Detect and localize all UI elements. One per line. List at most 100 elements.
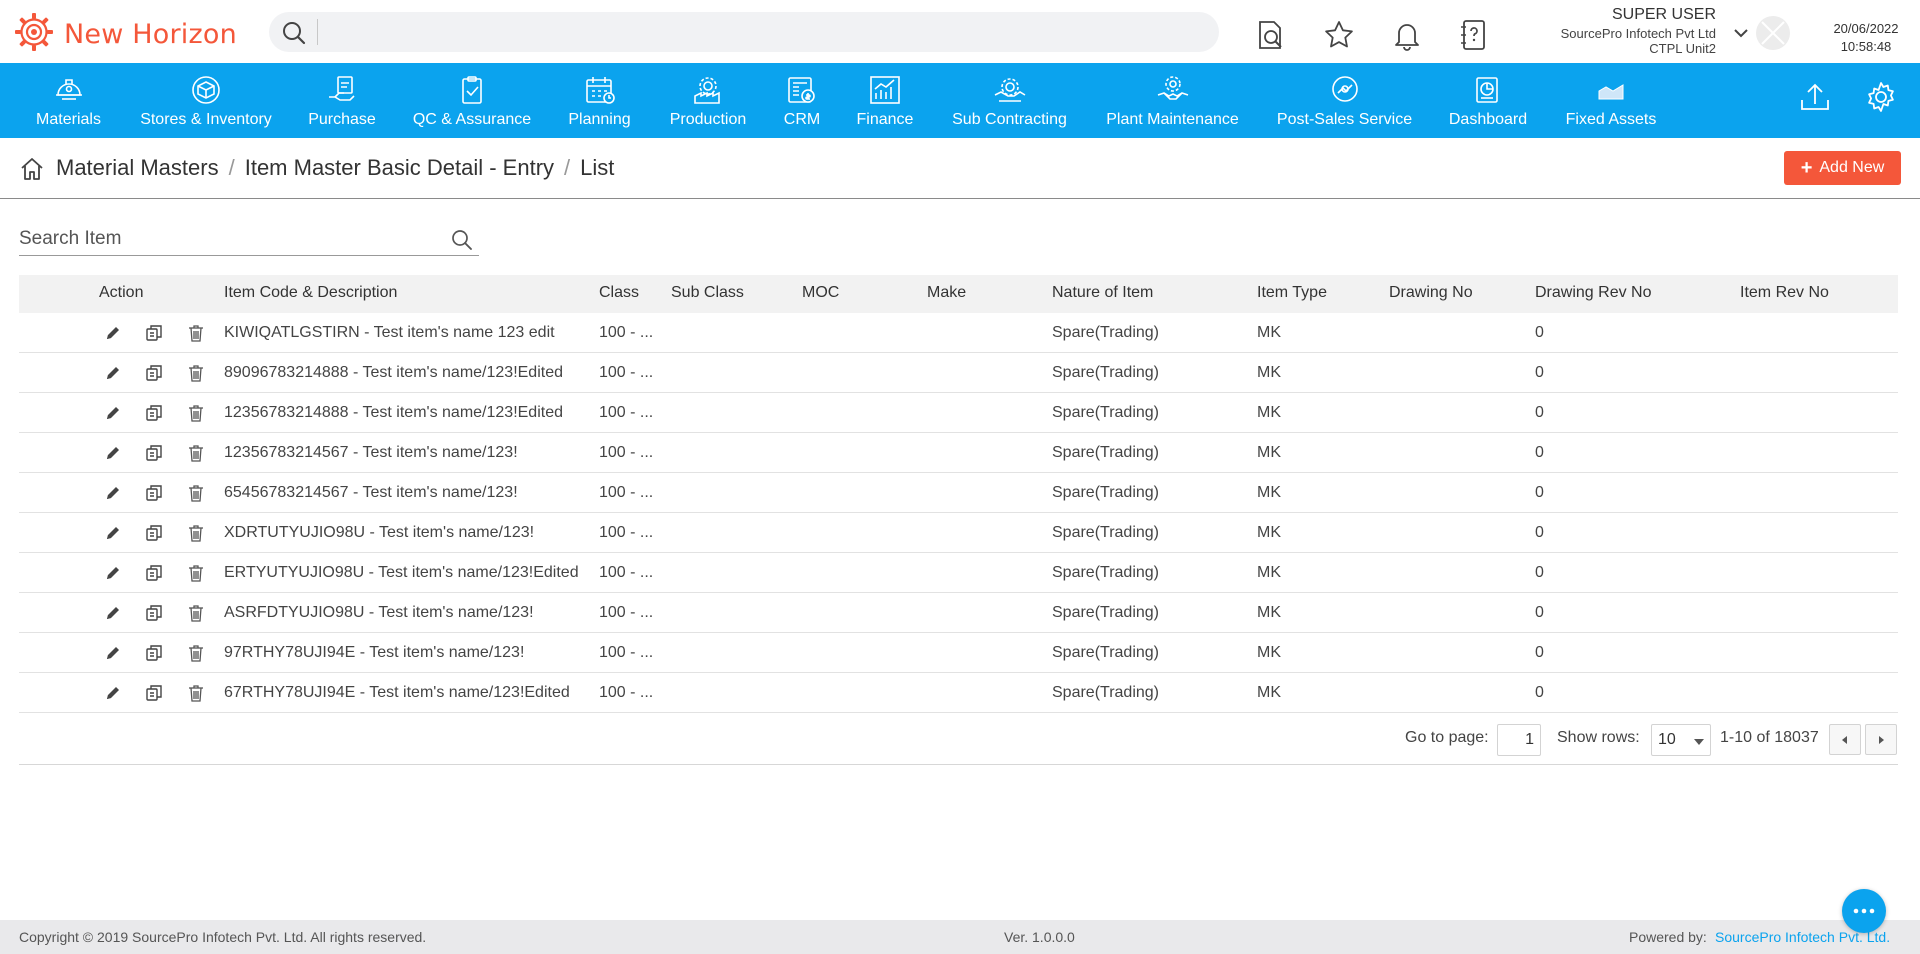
- delete-button[interactable]: [186, 643, 206, 663]
- module-dashboard[interactable]: Dashboard: [1449, 63, 1527, 138]
- edit-button[interactable]: [103, 323, 123, 343]
- copy-button[interactable]: [144, 603, 164, 623]
- module-post-sales-service[interactable]: Post-Sales Service: [1276, 63, 1413, 138]
- search-icon[interactable]: [451, 229, 473, 256]
- copy-button[interactable]: [144, 643, 164, 663]
- module-label: Post-Sales Service: [1276, 111, 1413, 128]
- search-item-field: [19, 224, 479, 256]
- cell-class: 100 - ...: [599, 604, 654, 621]
- cell-nature: Spare(Trading): [1052, 444, 1160, 461]
- delete-button[interactable]: [186, 363, 206, 383]
- module-production[interactable]: Production: [668, 63, 748, 138]
- edit-button[interactable]: [103, 643, 123, 663]
- table-row[interactable]: 65456783214567 - Test item's name/123! 10…: [19, 473, 1898, 513]
- col-header-item-code[interactable]: Item Code & Description: [224, 284, 397, 302]
- next-page-button[interactable]: [1865, 724, 1897, 755]
- avatar[interactable]: [1756, 16, 1790, 50]
- delete-button[interactable]: [186, 443, 206, 463]
- handshake-icon: [1156, 75, 1190, 105]
- copy-button[interactable]: [144, 563, 164, 583]
- edit-button[interactable]: [103, 483, 123, 503]
- upload-icon[interactable]: [1797, 79, 1833, 115]
- chevron-down-icon[interactable]: [1733, 26, 1749, 44]
- search-icon[interactable]: [281, 20, 307, 51]
- module-purchase[interactable]: Purchase: [307, 63, 377, 138]
- table-row[interactable]: ASRFDTYUJIO98U - Test item's name/123! 10…: [19, 593, 1898, 633]
- col-header-drawing-no[interactable]: Drawing No: [1389, 284, 1473, 302]
- breadcrumb-item-item-master-entry[interactable]: Item Master Basic Detail - Entry: [245, 155, 554, 181]
- module-qc-assurance[interactable]: QC & Assurance: [412, 63, 532, 138]
- add-new-button[interactable]: + Add New: [1784, 151, 1901, 185]
- user-info[interactable]: SUPER USER SourcePro Infotech Pvt Ltd CT…: [1520, 6, 1716, 56]
- star-icon[interactable]: [1322, 18, 1356, 52]
- module-fixed-assets[interactable]: Fixed Assets: [1565, 63, 1657, 138]
- prev-page-button[interactable]: [1829, 724, 1861, 755]
- module-plant-maintenance[interactable]: Plant Maintenance: [1104, 63, 1241, 138]
- module-planning[interactable]: Planning: [567, 63, 632, 138]
- trash-icon: [189, 325, 203, 342]
- gear-icon[interactable]: [1863, 79, 1899, 115]
- module-stores-inventory[interactable]: Stores & Inventory: [138, 63, 274, 138]
- delete-button[interactable]: [186, 683, 206, 703]
- table-row[interactable]: KIWIQATLGSTIRN - Test item's name 123 ed…: [19, 313, 1898, 353]
- table-row[interactable]: 12356783214888 - Test item's name/123!Ed…: [19, 393, 1898, 433]
- cell-drawing-rev: 0: [1535, 684, 1544, 701]
- home-icon[interactable]: [19, 156, 45, 187]
- col-header-drawing-rev[interactable]: Drawing Rev No: [1535, 284, 1651, 302]
- search-item-input[interactable]: [19, 224, 439, 254]
- table-row[interactable]: ERTYUTYUJIO98U - Test item's name/123!Ed…: [19, 553, 1898, 593]
- copy-button[interactable]: [144, 483, 164, 503]
- edit-button[interactable]: [103, 563, 123, 583]
- module-sub-contracting[interactable]: Sub Contracting: [951, 63, 1068, 138]
- delete-button[interactable]: [186, 563, 206, 583]
- col-header-nature[interactable]: Nature of Item: [1052, 284, 1153, 302]
- module-crm[interactable]: CRM: [783, 63, 821, 138]
- col-header-item-rev[interactable]: Item Rev No: [1740, 284, 1829, 302]
- col-header-sub-class[interactable]: Sub Class: [671, 284, 744, 302]
- delete-button[interactable]: [186, 523, 206, 543]
- copy-button[interactable]: [144, 683, 164, 703]
- document-search-icon[interactable]: [1253, 18, 1287, 52]
- breadcrumb-item-material-masters[interactable]: Material Masters: [56, 155, 219, 181]
- edit-button[interactable]: [103, 683, 123, 703]
- table-row[interactable]: 12356783214567 - Test item's name/123! 10…: [19, 433, 1898, 473]
- cell-item-type: MK: [1257, 484, 1281, 501]
- helmet-icon: [53, 75, 85, 105]
- copy-button[interactable]: [144, 363, 164, 383]
- add-new-label: Add New: [1819, 159, 1885, 176]
- bell-icon[interactable]: [1390, 18, 1424, 52]
- edit-button[interactable]: [103, 443, 123, 463]
- copy-button[interactable]: [144, 323, 164, 343]
- delete-button[interactable]: [186, 603, 206, 623]
- help-book-icon[interactable]: [1457, 18, 1491, 52]
- copy-button[interactable]: [144, 403, 164, 423]
- col-header-make[interactable]: Make: [927, 284, 966, 302]
- edit-button[interactable]: [103, 363, 123, 383]
- module-materials[interactable]: Materials: [30, 63, 107, 138]
- table-row[interactable]: XDRTUTYUJIO98U - Test item's name/123! 10…: [19, 513, 1898, 553]
- rows-per-page-select[interactable]: 10: [1651, 724, 1711, 756]
- col-header-moc[interactable]: MOC: [802, 284, 839, 302]
- module-finance[interactable]: Finance: [856, 63, 914, 138]
- copy-button[interactable]: [144, 443, 164, 463]
- table-row[interactable]: 67RTHY78UJI94E - Test item's name/123!Ed…: [19, 673, 1898, 713]
- goto-page-input[interactable]: [1497, 724, 1541, 756]
- table-row[interactable]: 89096783214888 - Test item's name/123!Ed…: [19, 353, 1898, 393]
- copy-button[interactable]: [144, 523, 164, 543]
- delete-button[interactable]: [186, 483, 206, 503]
- footer: Copyright © 2019 SourcePro Infotech Pvt.…: [0, 920, 1920, 954]
- app-logo[interactable]: New Horizon: [14, 12, 237, 57]
- cell-class: 100 - ...: [599, 444, 654, 461]
- col-header-item-type[interactable]: Item Type: [1257, 284, 1327, 302]
- chat-button[interactable]: [1842, 889, 1886, 933]
- global-search-bar[interactable]: [269, 12, 1219, 52]
- edit-button[interactable]: [103, 603, 123, 623]
- edit-button[interactable]: [103, 403, 123, 423]
- module-label: Production: [669, 111, 747, 128]
- module-label: Plant Maintenance: [1106, 111, 1239, 128]
- table-row[interactable]: 97RTHY78UJI94E - Test item's name/123! 10…: [19, 633, 1898, 673]
- delete-button[interactable]: [186, 403, 206, 423]
- edit-button[interactable]: [103, 523, 123, 543]
- delete-button[interactable]: [186, 323, 206, 343]
- col-header-class[interactable]: Class: [599, 284, 639, 302]
